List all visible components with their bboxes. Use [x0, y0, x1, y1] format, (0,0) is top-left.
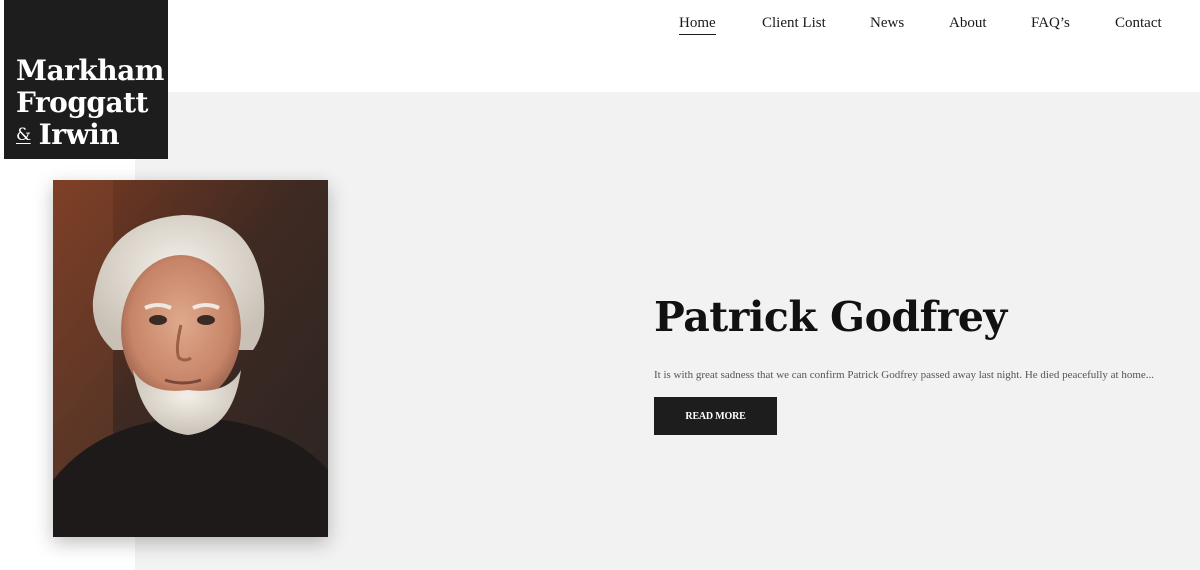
nav-client-list[interactable]: Client List — [762, 13, 826, 33]
nav-about[interactable]: About — [949, 13, 987, 33]
portrait-photo — [53, 180, 328, 537]
logo-ampersand: & — [16, 125, 31, 145]
nav-home[interactable]: Home — [679, 13, 716, 35]
logo-line-markham: Markham — [16, 54, 164, 87]
nav-contact[interactable]: Contact — [1115, 13, 1162, 33]
logo-irwin-text: Irwin — [38, 118, 120, 151]
read-more-button[interactable]: READ MORE — [654, 397, 777, 435]
logo-line-froggatt: Froggatt — [16, 86, 148, 119]
nav-faqs[interactable]: FAQ’s — [1031, 13, 1070, 33]
nav-news[interactable]: News — [870, 13, 904, 33]
feature-title: Patrick Godfrey — [654, 293, 1007, 341]
logo-line-irwin: & Irwin — [16, 119, 168, 151]
feature-excerpt: It is with great sadness that we can con… — [654, 369, 1155, 381]
main-nav: Home Client List News About FAQ’s Contac… — [0, 13, 1200, 37]
